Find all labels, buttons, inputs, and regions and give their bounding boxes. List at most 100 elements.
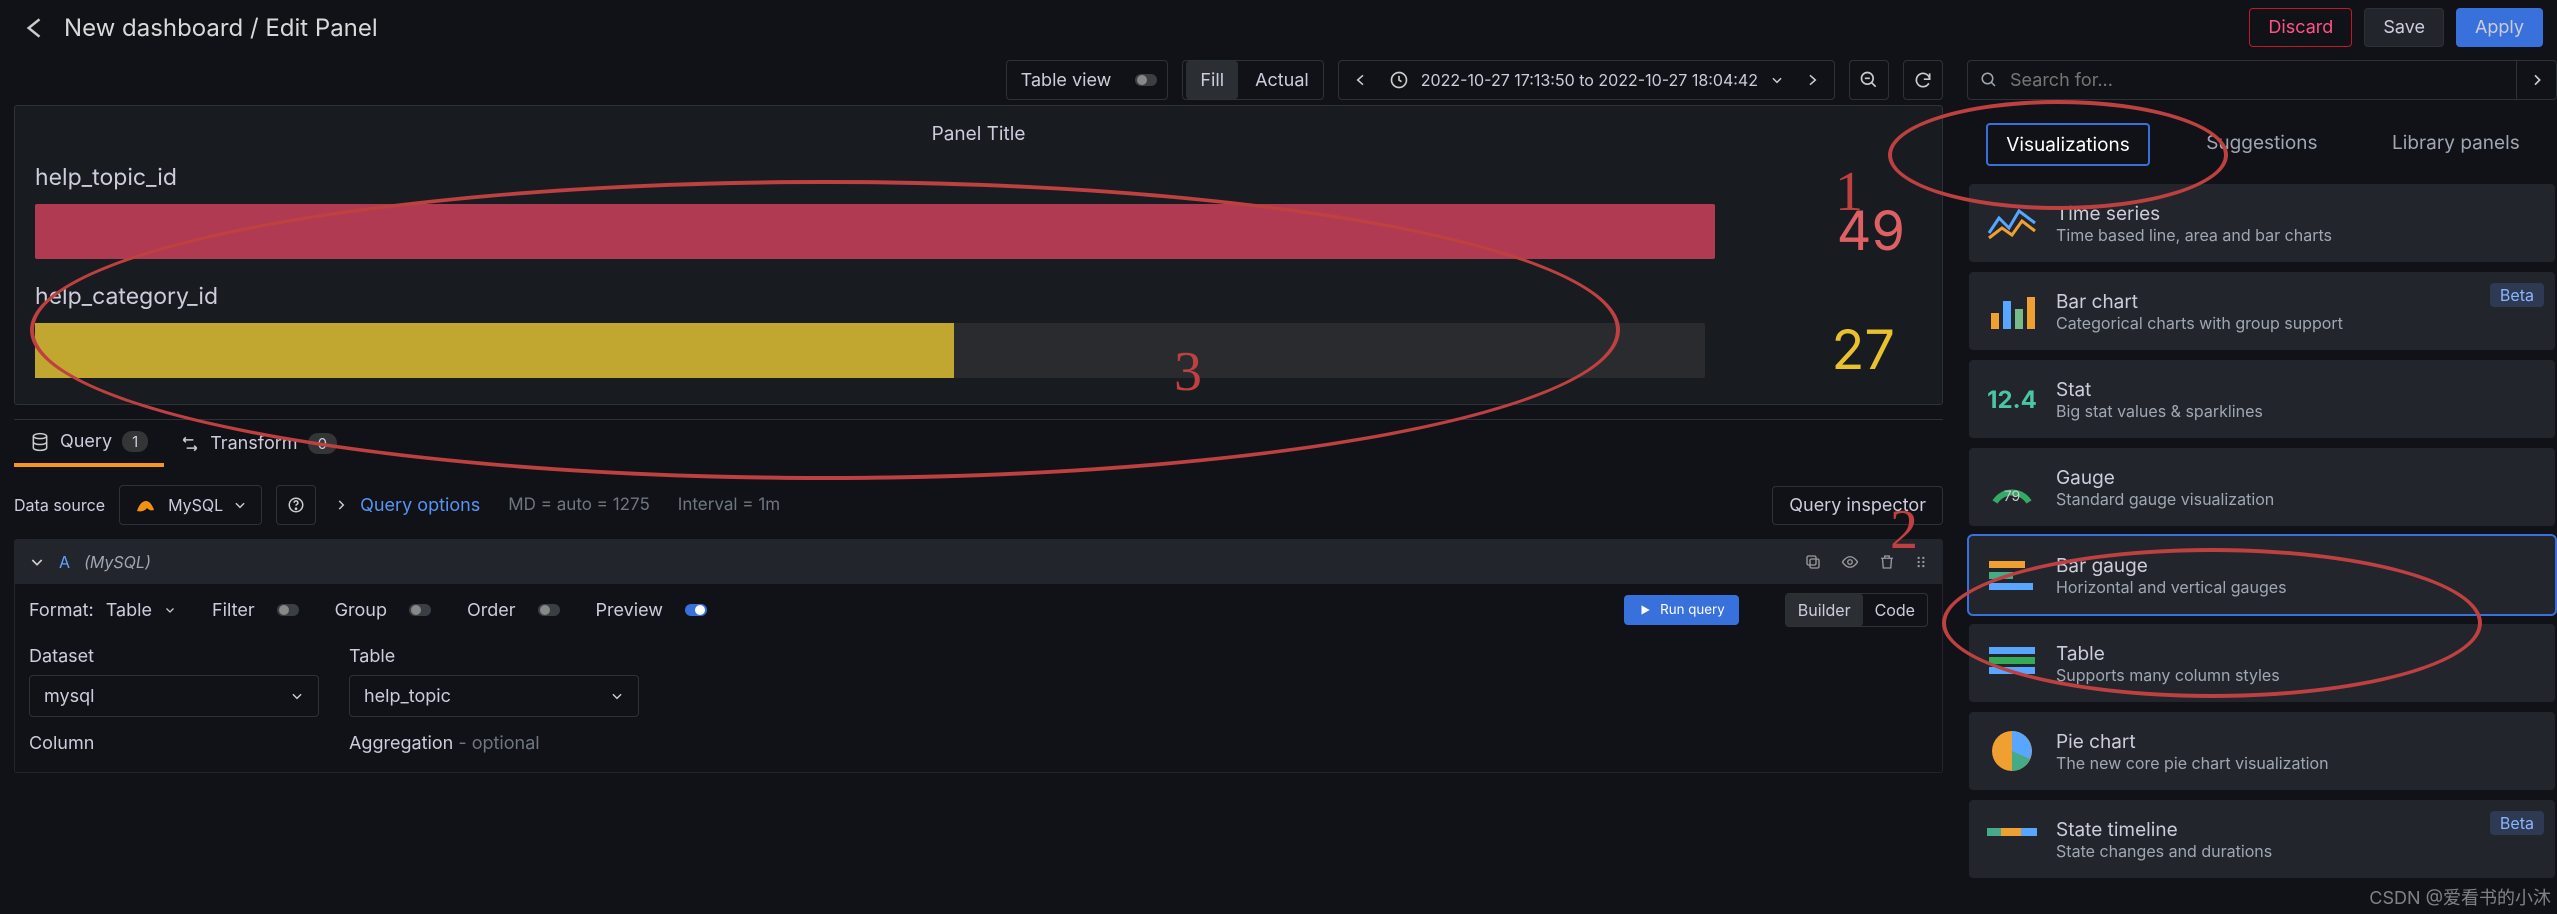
time-range-picker[interactable]: 2022-10-27 17:13:50 to 2022-10-27 18:04:… xyxy=(1338,60,1835,100)
chevron-down-icon xyxy=(610,689,624,703)
table-picker[interactable]: help_topic xyxy=(349,675,639,717)
query-options-toggle[interactable]: Query options xyxy=(334,495,480,516)
chevron-right-icon xyxy=(334,498,348,512)
discard-button[interactable]: Discard xyxy=(2249,8,2352,47)
transform-count-badge: 0 xyxy=(308,433,337,454)
svg-text:79: 79 xyxy=(2004,488,2020,505)
builder-code-toggle[interactable]: Builder Code xyxy=(1785,593,1928,627)
gauge-label-1: help_category_id xyxy=(35,282,1922,310)
viz-bar-gauge[interactable]: Bar gaugeHorizontal and vertical gauges xyxy=(1969,536,2555,614)
watermark: CSDN @爱看书的小沐 xyxy=(2369,884,2551,910)
tab-visualizations[interactable]: Visualizations xyxy=(1986,123,2149,166)
viz-time-series[interactable]: Time seriesTime based line, area and bar… xyxy=(1969,184,2555,262)
visualization-list: Time seriesTime based line, area and bar… xyxy=(1967,184,2557,878)
search-icon xyxy=(1980,71,1998,89)
viz-bar-chart[interactable]: Bar chartCategorical charts with group s… xyxy=(1969,272,2555,350)
viz-state-timeline[interactable]: State timelineState changes and duration… xyxy=(1969,800,2555,878)
zoom-out-icon[interactable] xyxy=(1849,60,1889,100)
beta-badge: Beta xyxy=(2490,811,2544,835)
filter-toggle[interactable] xyxy=(277,604,299,616)
query-count-badge: 1 xyxy=(122,431,148,452)
apply-button[interactable]: Apply xyxy=(2456,8,2543,47)
max-datapoints: MD = auto = 1275 xyxy=(508,495,650,515)
fill-actual-toggle[interactable]: Fill Actual xyxy=(1182,60,1323,100)
gauge-track-0 xyxy=(35,204,1715,259)
datasource-row: Data source MySQL Query options MD = aut… xyxy=(0,481,1957,529)
collapse-sidepanel-icon[interactable] xyxy=(2517,60,2557,100)
duplicate-icon[interactable] xyxy=(1804,553,1822,571)
tab-suggestions[interactable]: Suggestions xyxy=(2188,123,2335,166)
tab-query[interactable]: Query 1 xyxy=(14,420,164,467)
drag-handle-icon[interactable] xyxy=(1914,553,1928,571)
table-view-toggle[interactable]: Table view xyxy=(1006,60,1169,100)
viz-pie-chart[interactable]: Pie chartThe new core pie chart visualiz… xyxy=(1969,712,2555,790)
aggregation-label: Aggregation xyxy=(349,733,453,754)
fill-option[interactable]: Fill xyxy=(1186,61,1238,99)
group-toggle[interactable] xyxy=(409,604,431,616)
order-toggle[interactable] xyxy=(538,604,560,616)
dataset-picker[interactable]: mysql xyxy=(29,675,319,717)
toggle-visibility-icon[interactable] xyxy=(1840,553,1860,571)
breadcrumb: New dashboard / Edit Panel xyxy=(64,13,378,42)
viz-gauge[interactable]: 79 GaugeStandard gauge visualization xyxy=(1969,448,2555,526)
prev-time-icon[interactable] xyxy=(1353,72,1377,88)
datasource-help-icon[interactable] xyxy=(276,485,316,525)
panel-preview: Panel Title help_topic_id 49 help_catego… xyxy=(14,105,1943,405)
time-range-text: 2022-10-27 17:13:50 to 2022-10-27 18:04:… xyxy=(1421,70,1758,90)
viz-stat[interactable]: 12.4 StatBig stat values & sparklines xyxy=(1969,360,2555,438)
trash-icon[interactable] xyxy=(1878,553,1896,571)
bar-chart-icon xyxy=(1982,281,2042,341)
viz-table[interactable]: TableSupports many column styles xyxy=(1969,624,2555,702)
query-ref-id[interactable]: A xyxy=(59,552,70,572)
tab-transform[interactable]: Transform 0 xyxy=(164,420,353,467)
builder-option[interactable]: Builder xyxy=(1786,594,1863,626)
code-option[interactable]: Code xyxy=(1863,594,1927,626)
gauge-track-1 xyxy=(35,323,1705,378)
chevron-down-icon[interactable] xyxy=(29,554,45,570)
viz-search-input[interactable] xyxy=(2008,69,2300,92)
gauge-label-0: help_topic_id xyxy=(35,163,1922,191)
state-timeline-icon xyxy=(1982,809,2042,869)
interval: Interval = 1m xyxy=(678,495,780,515)
beta-badge: Beta xyxy=(2490,283,2544,307)
mysql-icon xyxy=(134,493,158,517)
table-label: Table xyxy=(349,646,639,667)
gauge-icon: 79 xyxy=(1982,457,2042,517)
bar-gauge-icon xyxy=(1982,545,2042,605)
preview-toggle[interactable] xyxy=(685,604,707,616)
play-icon xyxy=(1638,603,1652,617)
gauge-value-1: 27 xyxy=(1785,318,1895,383)
refresh-icon[interactable] xyxy=(1903,60,1943,100)
run-query-button[interactable]: Run query xyxy=(1624,595,1739,625)
time-series-icon xyxy=(1982,193,2042,253)
tab-library-panels[interactable]: Library panels xyxy=(2374,123,2538,166)
transform-icon xyxy=(180,434,200,454)
next-time-icon[interactable] xyxy=(1796,72,1820,88)
database-icon xyxy=(30,432,50,452)
query-inspector-button[interactable]: Query inspector xyxy=(1772,486,1943,525)
back-button[interactable] xyxy=(14,9,52,47)
gauge-value-0: 49 xyxy=(1795,199,1905,264)
chevron-down-icon xyxy=(233,498,247,512)
clock-icon xyxy=(1389,70,1409,90)
chevron-down-icon xyxy=(1770,73,1784,87)
viz-search-field[interactable] xyxy=(1967,60,2517,100)
top-bar: New dashboard / Edit Panel Discard Save … xyxy=(0,0,2557,55)
table-view-switch[interactable] xyxy=(1135,74,1157,86)
table-icon xyxy=(1982,633,2042,693)
pie-chart-icon xyxy=(1982,721,2042,781)
datasource-label: Data source xyxy=(14,495,105,515)
side-panel: Visualizations Suggestions Library panel… xyxy=(1967,55,2557,914)
save-button[interactable]: Save xyxy=(2364,8,2444,47)
panel-title: Panel Title xyxy=(35,122,1922,145)
query-engine: (MySQL) xyxy=(84,552,151,572)
query-editor: A (MySQL) Format: Table Filter Group Ord… xyxy=(14,539,1943,773)
datasource-picker[interactable]: MySQL xyxy=(119,485,262,525)
column-label: Column xyxy=(29,733,319,754)
stat-icon: 12.4 xyxy=(1982,369,2042,429)
chevron-down-icon xyxy=(290,689,304,703)
format-picker[interactable]: Format: Table xyxy=(29,600,176,621)
editor-tabs: Query 1 Transform 0 xyxy=(14,419,1943,467)
chevron-down-icon xyxy=(164,604,176,616)
actual-option[interactable]: Actual xyxy=(1241,61,1323,99)
